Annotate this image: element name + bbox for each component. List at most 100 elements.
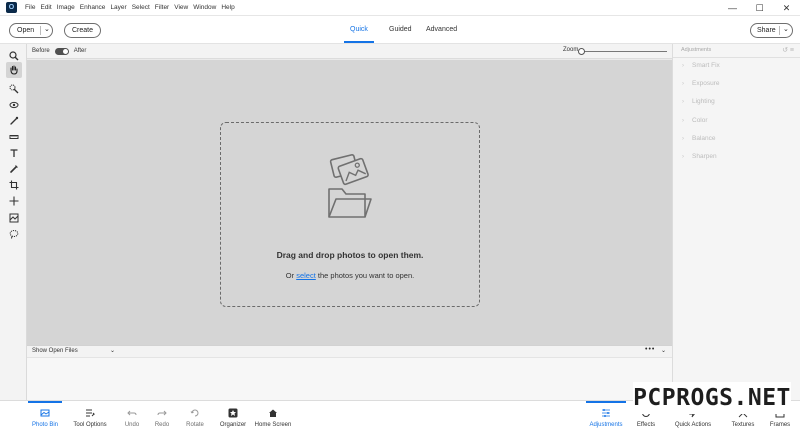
menu-enhance[interactable]: Enhance [80,4,106,11]
rotate-button[interactable]: Rotate [184,401,206,434]
chevron-right-icon: › [682,117,684,124]
adjustments-panel: Adjustments ↺ ≡ › Smart Fix › Exposure › Li… [672,44,800,400]
watermark: PCPROGS.NET [633,382,791,414]
undo-label: Undo [124,422,140,428]
tool-panel [0,44,27,400]
eye-icon[interactable] [6,97,22,113]
menu-edit[interactable]: Edit [40,4,51,11]
share-button[interactable]: Share ⌄ [750,23,793,38]
menu-image[interactable]: Image [57,4,75,11]
spot-healing-icon[interactable] [6,161,22,177]
adjustment-label: Lighting [692,98,715,105]
chevron-right-icon: › [682,80,684,87]
menu-window[interactable]: Window [193,4,216,11]
menu-file[interactable]: File [25,4,35,11]
select-photos-link[interactable]: select [296,271,316,280]
chevron-down-icon[interactable]: ⌄ [783,25,789,33]
adjustment-sharpen[interactable]: › Sharpen [682,153,717,160]
panel-divider [673,57,800,58]
chevron-down-icon[interactable]: ⌄ [44,25,50,33]
rotate-label: Rotate [186,422,204,428]
tab-quick[interactable]: Quick [344,16,374,43]
home-icon [269,409,277,417]
frames-label: Frames [769,422,791,428]
home-screen-button[interactable]: Home Screen [254,401,292,434]
after-label: After [73,48,87,54]
photo-bin-icon [40,409,50,417]
before-after-toggle[interactable] [54,47,69,55]
photo-bin-button[interactable]: Photo Bin [28,401,62,434]
undo-button[interactable]: Undo [122,401,142,434]
effects-label: Effects [636,422,656,428]
chevron-down-icon[interactable]: ⌄ [110,347,115,354]
move-icon[interactable] [6,193,22,209]
menu-select[interactable]: Select [132,4,150,11]
adjustment-smart-fix[interactable]: › Smart Fix [682,62,720,69]
adjustment-exposure[interactable]: › Exposure [682,80,719,87]
chevron-right-icon: › [682,153,684,160]
before-label: Before [32,48,50,54]
share-label: Share [757,27,776,34]
view-options-bar: Before After Zoom 1% [27,44,696,59]
menu-filter[interactable]: Filter [155,4,169,11]
menu-help[interactable]: Help [221,4,234,11]
photo-bin-area[interactable] [27,358,672,400]
menu-layer[interactable]: Layer [110,4,126,11]
zoom-slider-handle[interactable] [578,48,585,55]
tool-options-icon [86,409,95,417]
share-divider [779,26,780,35]
create-button[interactable]: Create [64,23,101,38]
maximize-button[interactable]: ☐ [746,0,773,16]
app-logo-icon: O [6,2,17,13]
adjustment-lighting[interactable]: › Lighting [682,98,715,105]
open-divider [40,26,41,35]
close-button[interactable]: ✕ [773,0,800,16]
chevron-right-icon: › [682,98,684,105]
undo-icon [127,410,137,416]
chevron-down-icon[interactable]: ⌄ [661,347,666,354]
tab-guided[interactable]: Guided [389,16,412,43]
organizer-button[interactable]: Organizer [218,401,248,434]
redo-icon [157,410,167,416]
photos-icon [329,153,369,186]
adjustments-button[interactable]: Adjustments [586,401,626,434]
quick-selection-icon[interactable] [6,81,22,97]
photo-bin-header: Show Open Files ⌄ ••• ⌄ [27,345,672,358]
zoom-slider-track[interactable] [582,51,667,52]
hand-icon[interactable] [6,62,22,78]
drop-title: Drag and drop photos to open them. [276,250,424,260]
adjustment-balance[interactable]: › Balance [682,135,716,142]
crop-icon[interactable] [6,177,22,193]
photo-bin-label: Photo Bin [31,422,59,428]
adjustments-icon [602,409,610,417]
redo-label: Redo [154,422,170,428]
organizer-icon [228,408,238,418]
minimize-button[interactable]: — [719,0,746,16]
menu-view[interactable]: View [174,4,188,11]
tool-options-button[interactable]: Tool Options [72,401,108,434]
adjustment-label: Color [692,117,708,124]
show-open-files-select[interactable]: Show Open Files [32,348,78,354]
content-aware-icon[interactable] [6,210,22,226]
adjustment-color[interactable]: › Color [682,117,708,124]
tab-advanced[interactable]: Advanced [426,16,457,43]
straighten-icon[interactable] [6,129,22,145]
open-button[interactable]: Open ⌄ [9,23,53,38]
window-controls: — ☐ ✕ [719,0,800,16]
adjustment-label: Smart Fix [692,62,720,69]
zoom-label: Zoom [563,47,579,53]
whiten-teeth-icon[interactable] [6,113,22,129]
drop-zone[interactable]: Drag and drop photos to open them. Or se… [220,122,480,307]
redo-button[interactable]: Redo [152,401,172,434]
more-options-icon[interactable]: ••• [645,346,655,353]
text-icon[interactable] [6,145,22,161]
lasso-icon[interactable] [6,226,22,242]
canvas-area[interactable]: Drag and drop photos to open them. Or se… [27,60,672,345]
adjustment-label: Balance [692,135,716,142]
app-logo-letter: O [8,4,15,11]
reset-icon[interactable]: ↺ [782,47,788,54]
panel-menu-icon[interactable]: ≡ [790,47,794,54]
watermark-text: PCPROGS.NET [633,385,791,411]
textures-label: Textures [731,422,755,428]
panel-actions: ↺ ≡ [782,46,794,54]
